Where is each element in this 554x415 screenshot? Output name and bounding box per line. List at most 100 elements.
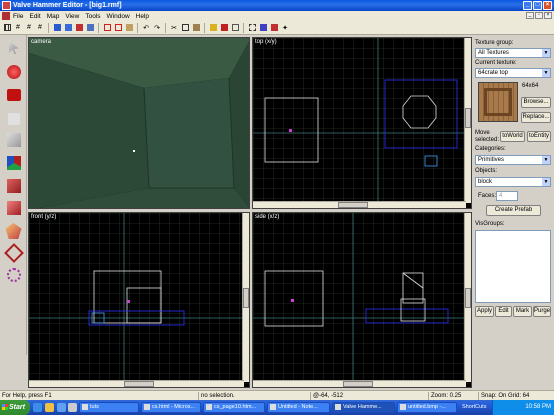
show-icon[interactable] (85, 23, 95, 33)
task-cs-page10[interactable]: cs_page10.htm... (203, 402, 265, 413)
task-notepad[interactable]: Untitled - Note... (267, 402, 330, 413)
3d-textured-icon[interactable] (124, 23, 134, 33)
task-cs-html[interactable]: cs.html - Micros... (141, 402, 201, 413)
texture-lock-icon[interactable] (208, 23, 218, 33)
main-toolbar: # # # ↶ ↷ ✂ ✦ (0, 21, 554, 35)
front-hscroll[interactable] (29, 380, 244, 387)
to-world-button[interactable]: toWorld (500, 131, 525, 142)
save-icon[interactable] (63, 23, 73, 33)
side-hscroll[interactable] (253, 380, 466, 387)
hide-items-icon[interactable] (219, 23, 229, 33)
redo-icon[interactable]: ↷ (152, 23, 162, 33)
chevron-down-icon: ▼ (542, 69, 550, 77)
side-grid (253, 213, 471, 387)
side-vscroll[interactable] (464, 213, 471, 382)
mdi-restore-button[interactable]: ▫ (535, 12, 543, 19)
block-tool-icon[interactable] (3, 130, 24, 150)
snap-icon[interactable]: # (35, 23, 45, 33)
camera-scene (29, 38, 249, 208)
folder-icon[interactable] (45, 403, 54, 412)
texture-group-label: Texture group: (475, 40, 514, 46)
task-hammer[interactable]: Valve Hamme... (332, 402, 395, 413)
3d-wireframe-icon[interactable] (102, 23, 112, 33)
replace-button[interactable]: Replace... (521, 112, 551, 123)
system-tray: 10:58 PM (492, 400, 554, 415)
browse-button[interactable]: Browse... (521, 97, 551, 108)
carve-icon[interactable] (258, 23, 268, 33)
3d-flat-icon[interactable] (113, 23, 123, 33)
select-box-icon[interactable] (247, 23, 257, 33)
status-snap: Snap: On Grid: 64 (478, 392, 554, 400)
media-icon[interactable] (57, 403, 66, 412)
edit-button[interactable]: Edit (495, 306, 512, 317)
run-map-icon[interactable] (74, 23, 84, 33)
front-viewport[interactable]: front (y/z) (28, 212, 250, 388)
minimize-button[interactable]: _ (523, 1, 532, 10)
mdi-minimize-button[interactable]: _ (526, 12, 534, 19)
clip-tool-icon[interactable] (3, 221, 24, 241)
paste-icon[interactable] (191, 23, 201, 33)
camera-tool-icon[interactable] (3, 85, 24, 105)
apply-texture-tool-icon[interactable] (3, 176, 24, 196)
grid-larger-icon[interactable]: # (24, 23, 34, 33)
top-hscroll[interactable] (253, 201, 466, 208)
magnify-tool-icon[interactable] (3, 62, 24, 82)
viewport-label-front: front (y/z) (31, 214, 57, 220)
chevron-down-icon: ▼ (542, 178, 550, 186)
more-icon[interactable] (68, 403, 77, 412)
cut-icon[interactable]: ✂ (169, 23, 179, 33)
start-button[interactable]: Start (0, 400, 30, 415)
current-texture-select[interactable]: 64crate top ▼ (475, 68, 551, 78)
entity-icon[interactable] (269, 23, 279, 33)
selection-tool-icon[interactable] (3, 37, 24, 57)
create-prefab-button[interactable]: Create Prefab (486, 205, 541, 216)
top-vscroll[interactable] (464, 38, 471, 203)
apply-button[interactable]: Apply (475, 306, 494, 317)
menu-edit[interactable]: Edit (29, 13, 40, 20)
menu-map[interactable]: Map (47, 13, 60, 20)
lightbulb-icon[interactable]: ✦ (280, 23, 290, 33)
ie-icon[interactable] (33, 403, 42, 412)
mdi-close-button[interactable]: × (544, 12, 552, 19)
decal-tool-icon[interactable] (3, 198, 24, 218)
texture-group-select[interactable]: All Textures ▼ (475, 48, 551, 58)
faces-field[interactable]: 4 (496, 191, 518, 201)
mark-button[interactable]: Mark (513, 306, 532, 317)
to-entity-button[interactable]: toEntity (527, 131, 551, 142)
vertex-tool-icon[interactable] (3, 243, 24, 263)
path-tool-icon[interactable] (3, 265, 24, 285)
open-icon[interactable] (52, 23, 62, 33)
texture-app-tool-icon[interactable] (3, 153, 24, 173)
purge-button[interactable]: Purge (533, 306, 551, 317)
menu-file[interactable]: File (13, 13, 23, 20)
menu-window[interactable]: Window (107, 13, 130, 20)
status-bar: For Help, press F1 no selection. @-64, -… (0, 390, 554, 400)
task-tuts[interactable]: tuts (79, 402, 139, 413)
move-selected-label: Move selected: (475, 130, 500, 143)
document-icon[interactable] (2, 12, 10, 20)
visgroups-list[interactable] (475, 230, 551, 303)
ungroup-icon[interactable] (230, 23, 240, 33)
top-grid (253, 38, 471, 208)
maximize-button[interactable]: □ (533, 1, 542, 10)
grid-toggle-icon[interactable] (2, 23, 12, 33)
entity-tool-icon[interactable] (3, 109, 24, 129)
categories-label: Categories: (475, 146, 506, 152)
top-viewport[interactable]: top (x/y) (252, 37, 472, 209)
undo-icon[interactable]: ↶ (141, 23, 151, 33)
shortcuts-toolbar[interactable]: ShortCuts (462, 400, 486, 415)
objects-select[interactable]: block ▼ (475, 177, 551, 187)
menu-tools[interactable]: Tools (85, 13, 100, 20)
close-button[interactable]: × (543, 1, 552, 10)
taskbar: Start tuts cs.html - Micros... cs_page10… (0, 400, 554, 415)
copy-icon[interactable] (180, 23, 190, 33)
menu-view[interactable]: View (65, 13, 79, 20)
side-viewport[interactable]: side (x/z) (252, 212, 472, 388)
task-untitled-bmp[interactable]: untitled.bmp -... (397, 402, 457, 413)
front-vscroll[interactable] (242, 213, 249, 382)
categories-select[interactable]: Primitives ▼ (475, 155, 551, 165)
menu-help[interactable]: Help (136, 13, 149, 20)
grid-smaller-icon[interactable]: # (13, 23, 23, 33)
camera-viewport[interactable]: camera (28, 37, 250, 209)
object-panel: Texture group: All Textures ▼ Current te… (472, 35, 554, 355)
